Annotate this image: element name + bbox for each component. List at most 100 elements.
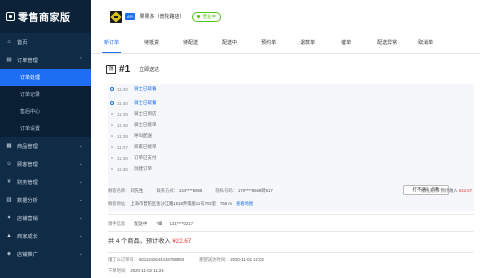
- api-badge: API: [125, 13, 136, 20]
- timeline-row: 11:37 商家已接单: [108, 143, 157, 151]
- sidebar-item-label: 数据分析: [17, 197, 38, 204]
- divider: [108, 214, 474, 215]
- sidebar-item-marketing[interactable]: ✦ 店铺营销 ⌄: [0, 209, 91, 227]
- timeline-dot-icon: [111, 113, 113, 115]
- sidebar: 零售商家版 ⌂ 首页 ▤ 订单管理 ⌃ 订单处理 订单记录 售后中心 订单设置 …: [0, 0, 91, 278]
- timeline-row: 11:40 骑士已取餐: [108, 99, 157, 107]
- logo: 零售商家版: [0, 0, 91, 33]
- delivery-status: 配送中: [134, 221, 148, 226]
- sidebar-subitem-order-processing[interactable]: 订单处理: [0, 69, 91, 86]
- chevron-down-icon: ⌄: [78, 251, 83, 257]
- order-created: 下单时间: 2020-11-02 11:24: [108, 268, 164, 273]
- tab-new-orders[interactable]: 新订单: [101, 32, 122, 53]
- customer-phone: 134****6965: [178, 188, 203, 193]
- address-info: 顾客地址: 上海市普陀区金沙江路1518弄南座11号702室 756 m 查看地图: [108, 201, 254, 206]
- chevron-down-icon: ⌄: [78, 179, 83, 185]
- sidebar-subitem-order-records[interactable]: 订单记录: [0, 86, 91, 103]
- rider-info: 骑手信息 配送中 *峰 131****0217: [108, 221, 194, 226]
- created-time: 2020-11-02 11:24: [130, 268, 164, 273]
- store-status-badge[interactable]: 营业中: [192, 11, 221, 22]
- promo-icon: ◈: [6, 251, 12, 257]
- tab-refunds[interactable]: 退款单: [300, 32, 315, 53]
- tab-pending-delivery[interactable]: 待配送: [183, 32, 198, 53]
- sidebar-item-home[interactable]: ⌂ 首页: [0, 33, 91, 51]
- finance-icon: ¥: [7, 179, 11, 185]
- tab-pending-goods[interactable]: 待抵货: [144, 32, 159, 53]
- shop-avatar[interactable]: [110, 10, 122, 23]
- sidebar-item-promotion[interactable]: ◈ 店铺推广 ⌄: [0, 245, 91, 263]
- view-map-link[interactable]: 查看地图: [236, 201, 253, 206]
- timeline-row: 11:38 骑士已接单: [108, 121, 157, 129]
- distance: 756 m: [220, 201, 232, 206]
- status-dot-icon: [197, 15, 201, 18]
- logo-icon: [6, 12, 15, 21]
- expected-income: ¥22.67: [458, 188, 472, 193]
- chevron-down-icon: ⌄: [78, 215, 83, 221]
- timeline-dot-icon: [111, 157, 113, 159]
- order-summary: 共 4 个商品，预计收入 ¥22.67: [108, 238, 192, 245]
- customer-name: 刘先生: [130, 188, 144, 193]
- customer-info: 顾客名称: 刘先生 联系方式: 134****6965 隐私号码: 170****95…: [108, 188, 273, 193]
- marketing-icon: ✦: [6, 215, 12, 221]
- top-bar: API 果果多（普陀路店） 营业中: [91, 0, 480, 33]
- goods-icon: ▦: [6, 143, 12, 149]
- sidebar-subitem-order-settings[interactable]: 订单设置: [0, 120, 91, 137]
- sidebar-item-label: 订单管理: [17, 57, 38, 64]
- growth-icon: ▲: [6, 233, 12, 239]
- rider-name: *峰: [156, 221, 163, 226]
- sidebar-item-finance[interactable]: ¥ 财务管理 ⌄: [0, 173, 91, 191]
- timeline-row: 11:36 订单已支付: [108, 154, 157, 162]
- order-header: 饿 #1 立即送达: [106, 64, 159, 75]
- divider: [108, 231, 474, 232]
- timeline-row: 11:39 骑士已到店: [108, 110, 157, 118]
- sidebar-item-label: 店铺营销: [17, 215, 38, 222]
- timeline-dot-icon: [111, 168, 113, 170]
- app-title: 零售商家版: [18, 13, 71, 24]
- tab-delivering[interactable]: 配送中: [222, 32, 237, 53]
- store-status-label: 营业中: [202, 13, 216, 19]
- summary-amount: ¥22.67: [172, 238, 192, 245]
- tab-reminders[interactable]: 催单: [341, 32, 351, 53]
- chevron-up-icon: ⌃: [78, 57, 83, 63]
- customer-address: 上海市普陀区金沙江路1518弄南座11号702室: [130, 201, 217, 206]
- sidebar-item-goods[interactable]: ▦ 商品管理 ⌄: [0, 137, 91, 155]
- tab-delivery-exceptions[interactable]: 配送异常: [377, 32, 397, 53]
- sidebar-item-label: 财务管理: [17, 179, 38, 186]
- virtual-number: 170****9569转617: [237, 188, 273, 193]
- sidebar-item-growth[interactable]: ▲ 商家成长 ⌄: [0, 227, 91, 245]
- order-tabs: 新订单 待抵货 待配送 配送中 预约单 退款单 催单 配送异常 取消单: [91, 33, 480, 54]
- main-content: 新订单 待抵货 待配送 配送中 预约单 退款单 催单 配送异常 取消单 饿 #1…: [91, 33, 480, 278]
- sidebar-subitem-after-sales[interactable]: 售后中心: [0, 103, 91, 120]
- chart-icon: ▥: [6, 197, 12, 203]
- chevron-down-icon: ⌄: [78, 161, 83, 167]
- timeline-dot-icon: [111, 146, 113, 148]
- timeline-row: 11:36 创建订单: [108, 165, 152, 173]
- platform-badge: 饿: [106, 65, 117, 74]
- timeline-row: 11:38 呼叫配送: [108, 132, 152, 140]
- expected-time: 2020-11-02 12:02: [230, 257, 264, 262]
- payment-info: 在线支付: 预计收入 ¥22.67: [420, 188, 472, 193]
- timeline-row[interactable]: 11:40 骑士已取餐: [108, 85, 157, 93]
- timeline-current-icon: [110, 87, 114, 91]
- delivery-type: 立即送达: [139, 67, 160, 73]
- sidebar-item-customers[interactable]: ☺ 顾客管理 ⌄: [0, 155, 91, 173]
- chevron-down-icon: ⌄: [78, 197, 83, 203]
- timeline-dot-icon: [111, 135, 113, 137]
- timeline-current-icon: [110, 101, 114, 105]
- order-meta: 饿了么订单号: 5011342644415788893 期望送达时间: 2020-1…: [108, 257, 264, 262]
- sidebar-item-label: 商家成长: [17, 233, 38, 240]
- sidebar-item-label: 店铺推广: [17, 251, 38, 258]
- tab-cancelled[interactable]: 取消单: [418, 32, 433, 53]
- shop-name[interactable]: 果果多（普陀路店）: [139, 13, 184, 20]
- sidebar-item-label: 首页: [17, 39, 28, 46]
- chevron-down-icon: ⌄: [78, 143, 83, 149]
- sidebar-item-orders[interactable]: ▤ 订单管理 ⌃: [0, 51, 91, 69]
- divider: [108, 252, 474, 253]
- customer-icon: ☺: [6, 161, 12, 167]
- rider-phone: 131****0217: [169, 221, 194, 226]
- order-id: 5011342644415788893: [138, 257, 185, 262]
- home-icon: ⌂: [7, 39, 11, 45]
- tab-reservations[interactable]: 预约单: [261, 32, 276, 53]
- sidebar-item-analytics[interactable]: ▥ 数据分析 ⌄: [0, 191, 91, 209]
- order-icon: ▤: [6, 57, 12, 63]
